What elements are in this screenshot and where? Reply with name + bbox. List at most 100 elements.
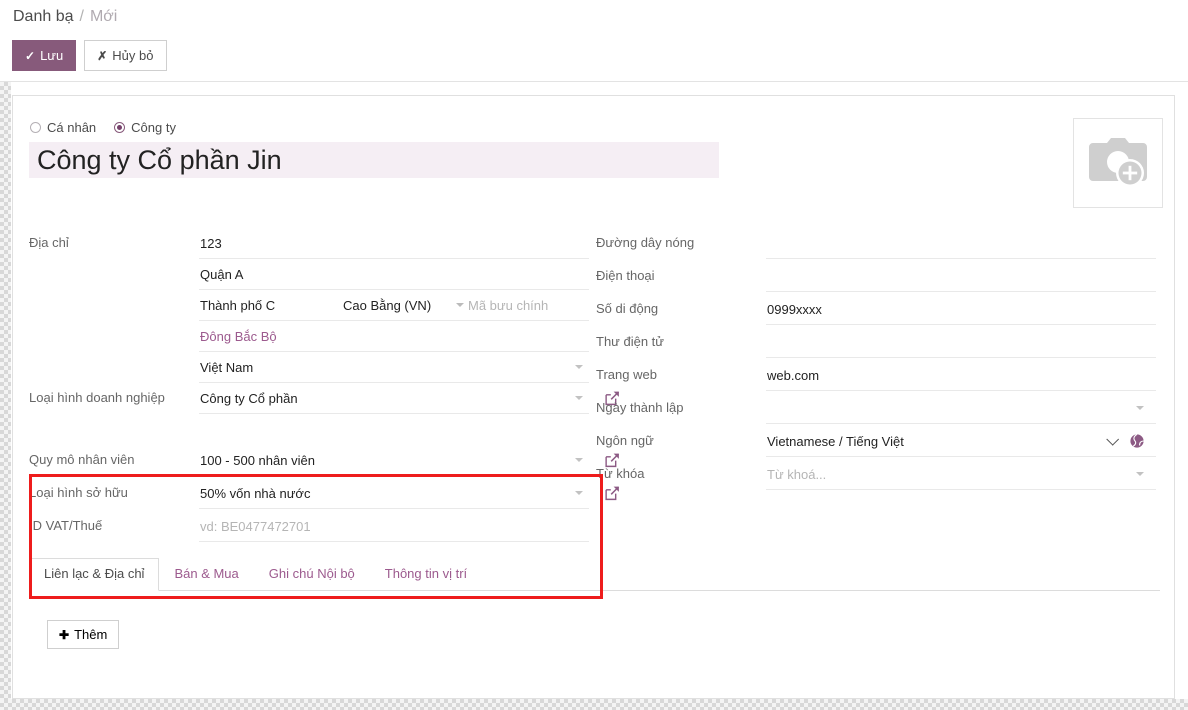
form-sheet: Cá nhân Công ty Công ty Cổ phần Jin — [12, 95, 1175, 699]
form-column-right: Đường dây nóng Điện thoại — [596, 228, 1156, 492]
radio-company-label: Công ty — [131, 120, 176, 135]
partner-type-radio-group: Cá nhân Công ty — [30, 120, 176, 135]
field-phone-control — [766, 261, 1156, 292]
field-founded-date: Ngày thành lập — [596, 393, 1156, 426]
field-tags: Từ khóa Từ khoá... — [596, 459, 1156, 492]
business-type-select[interactable]: Công ty Cổ phần — [199, 383, 589, 414]
website-input[interactable]: web.com — [766, 360, 1156, 391]
breadcrumb-current: Mới — [90, 8, 117, 26]
field-mobile-control: 0999xxxx — [766, 294, 1156, 325]
field-vat: ID VAT/Thuế vd: BE0477472701 — [29, 511, 589, 544]
plus-icon: ✚ — [59, 629, 69, 641]
hotline-input[interactable] — [766, 228, 1156, 259]
field-website-label: Trang web — [596, 360, 766, 383]
field-vat-control: vd: BE0477472701 — [199, 511, 589, 542]
address-zip-input[interactable]: Mã bưu chính — [468, 298, 563, 313]
employee-size-value: 100 - 500 nhân viên — [200, 453, 315, 468]
field-email: Thư điện tử — [596, 327, 1156, 360]
chevron-down-icon — [1136, 406, 1144, 410]
field-mobile-label: Số di động — [596, 294, 766, 317]
transparency-gutter-left — [0, 82, 11, 710]
check-icon: ✓ — [25, 50, 35, 62]
field-ownership-type-label: Loại hình sở hữu — [29, 478, 199, 501]
radio-company-dot — [114, 122, 125, 133]
language-select[interactable]: Vietnamese / Tiếng Việt — [766, 426, 1156, 457]
field-business-type-control: Công ty Cổ phần — [199, 383, 589, 445]
field-address-label: Địa chỉ — [29, 228, 199, 251]
times-icon: ✗ — [97, 50, 107, 62]
field-hotline-label: Đường dây nóng — [596, 228, 766, 251]
vat-placeholder: vd: BE0477472701 — [200, 519, 311, 534]
ownership-type-select[interactable]: 50% vốn nhà nước — [199, 478, 589, 509]
field-address: Địa chỉ 123 Quận A Thành phố C Cao Bằng … — [29, 228, 589, 383]
add-button-wrap: ✚ Thêm — [47, 620, 119, 649]
address-region-tag[interactable]: Đông Bắc Bộ — [199, 321, 589, 352]
address-state-value: Cao Bằng (VN) — [343, 298, 431, 313]
address-state-select[interactable]: Cao Bằng (VN) — [343, 298, 468, 313]
field-vat-label: ID VAT/Thuế — [29, 511, 199, 534]
breadcrumb-separator: / — [80, 8, 84, 26]
toolbar-divider — [0, 81, 1188, 82]
mobile-input[interactable]: 0999xxxx — [766, 294, 1156, 325]
tab-sales-purchase[interactable]: Bán & Mua — [159, 558, 253, 591]
company-image-upload[interactable] — [1073, 118, 1163, 208]
notebook-tabs: Liên lạc & Địa chỉ Bán & Mua Ghi chú Nội… — [29, 559, 1160, 591]
radio-individual[interactable]: Cá nhân — [30, 120, 96, 135]
field-business-type: Loại hình doanh nghiệp Công ty Cổ phần — [29, 383, 589, 445]
field-ownership-type: Loại hình sở hữu 50% vốn nhà nước — [29, 478, 589, 511]
globe-icon[interactable] — [1130, 434, 1144, 448]
chevron-down-icon — [1106, 433, 1119, 446]
radio-individual-dot — [30, 122, 41, 133]
discard-button[interactable]: ✗ Hủy bỏ — [84, 40, 166, 71]
field-phone: Điện thoại — [596, 261, 1156, 294]
field-tags-label: Từ khóa — [596, 459, 766, 482]
save-button-label: Lưu — [40, 49, 63, 62]
address-country-value: Việt Nam — [200, 360, 253, 375]
address-country-select[interactable]: Việt Nam — [199, 352, 589, 383]
field-employee-size-control: 100 - 500 nhân viên — [199, 445, 589, 476]
business-type-spacer — [199, 414, 589, 445]
address-street-value: 123 — [200, 236, 222, 251]
breadcrumb: Danh bạ / Mới — [13, 8, 117, 26]
business-type-value: Công ty Cổ phần — [200, 391, 298, 406]
tab-contacts-addresses[interactable]: Liên lạc & Địa chỉ — [29, 558, 159, 591]
radio-individual-label: Cá nhân — [47, 120, 96, 135]
address-city-input[interactable]: Thành phố C — [200, 298, 343, 313]
chevron-down-icon — [1136, 472, 1144, 476]
tags-input[interactable]: Từ khoá... — [766, 459, 1156, 490]
field-email-label: Thư điện tử — [596, 327, 766, 350]
tags-placeholder: Từ khoá... — [767, 467, 826, 482]
field-language-label: Ngôn ngữ — [596, 426, 766, 449]
address-region-value: Đông Bắc Bộ — [200, 329, 277, 344]
radio-company[interactable]: Công ty — [114, 120, 176, 135]
field-employee-size: Quy mô nhân viên 100 - 500 nhân viên — [29, 445, 589, 478]
add-button-label: Thêm — [74, 628, 107, 641]
transparency-gutter-bottom — [0, 699, 1188, 710]
tab-location-info[interactable]: Thông tin vị trí — [370, 558, 482, 591]
field-founded-date-label: Ngày thành lập — [596, 393, 766, 416]
field-address-control: 123 Quận A Thành phố C Cao Bằng (VN) Mã … — [199, 228, 589, 383]
email-input[interactable] — [766, 327, 1156, 358]
founded-date-select[interactable] — [766, 393, 1156, 424]
tab-internal-notes[interactable]: Ghi chú Nội bộ — [254, 558, 370, 591]
field-employee-size-label: Quy mô nhân viên — [29, 445, 199, 468]
chevron-down-icon — [575, 365, 583, 369]
field-email-control — [766, 327, 1156, 358]
chevron-down-icon — [575, 458, 583, 462]
form-column-left: Địa chỉ 123 Quận A Thành phố C Cao Bằng … — [29, 228, 589, 544]
phone-input[interactable] — [766, 261, 1156, 292]
chevron-down-icon — [575, 396, 583, 400]
app-root: Danh bạ / Mới ✓ Lưu ✗ Hủy bỏ Cá nhân Côn… — [0, 0, 1188, 710]
website-value: web.com — [767, 368, 819, 383]
address-street2-input[interactable]: Quận A — [199, 259, 589, 290]
employee-size-select[interactable]: 100 - 500 nhân viên — [199, 445, 589, 476]
field-ownership-type-control: 50% vốn nhà nước — [199, 478, 589, 509]
add-button[interactable]: ✚ Thêm — [47, 620, 119, 649]
save-button[interactable]: ✓ Lưu — [12, 40, 76, 71]
mobile-value: 0999xxxx — [767, 302, 822, 317]
address-street-input[interactable]: 123 — [199, 228, 589, 259]
vat-input[interactable]: vd: BE0477472701 — [199, 511, 589, 542]
company-name-input[interactable]: Công ty Cổ phần Jin — [29, 142, 719, 178]
field-hotline: Đường dây nóng — [596, 228, 1156, 261]
breadcrumb-root[interactable]: Danh bạ — [13, 8, 74, 26]
